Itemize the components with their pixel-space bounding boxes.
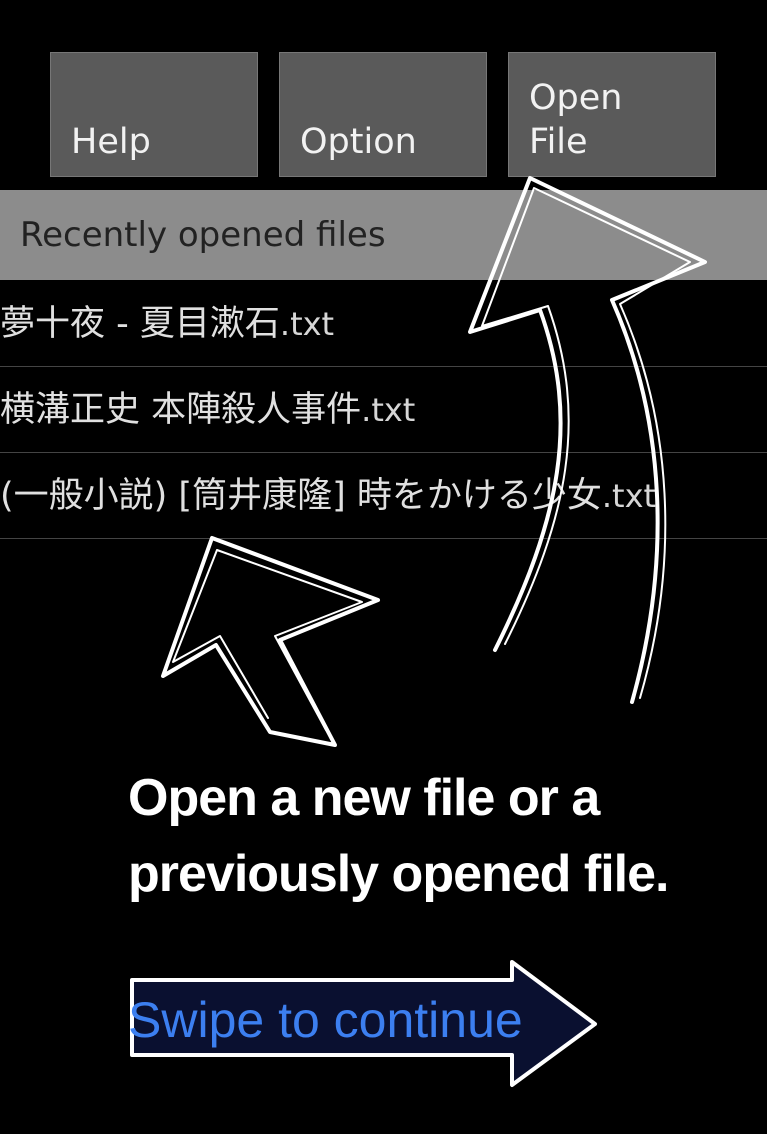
file-name: 夢十夜 - 夏目漱石	[0, 304, 280, 344]
caption-line-2: previously opened file.	[128, 845, 669, 903]
tutorial-caption: Open a new file or a previously opened f…	[128, 760, 748, 912]
file-extension: .txt	[361, 391, 416, 429]
file-name: 横溝正史 本陣殺人事件	[0, 390, 362, 430]
open-file-button-label-line2: File	[529, 122, 588, 162]
recent-file-item[interactable]: 横溝正史 本陣殺人事件.txt	[0, 367, 767, 453]
open-file-button-label-line1: Open	[529, 78, 623, 118]
recent-files-header: Recently opened files	[0, 190, 767, 280]
file-extension: .txt	[601, 477, 657, 515]
recent-file-item[interactable]: (一般小説) [筒井康隆] 時をかける少女.txt	[0, 453, 767, 539]
help-button-label: Help	[71, 122, 151, 162]
arrow-to-recent-files-icon	[161, 536, 380, 747]
file-name: (一般小説) [筒井康隆] 時をかける少女	[0, 476, 602, 516]
arrow-to-recent-files-inner-stroke	[172, 549, 363, 731]
option-button-label: Option	[300, 122, 417, 162]
option-button[interactable]: Option	[279, 52, 487, 177]
open-file-button[interactable]: Open File	[508, 52, 716, 177]
recent-file-item[interactable]: 夢十夜 - 夏目漱石.txt	[0, 281, 767, 367]
help-button[interactable]: Help	[50, 52, 258, 177]
swipe-to-continue-hint[interactable]: Swipe to continue	[128, 988, 523, 1052]
caption-line-1: Open a new file or a	[128, 769, 600, 827]
file-extension: .txt	[279, 305, 335, 343]
